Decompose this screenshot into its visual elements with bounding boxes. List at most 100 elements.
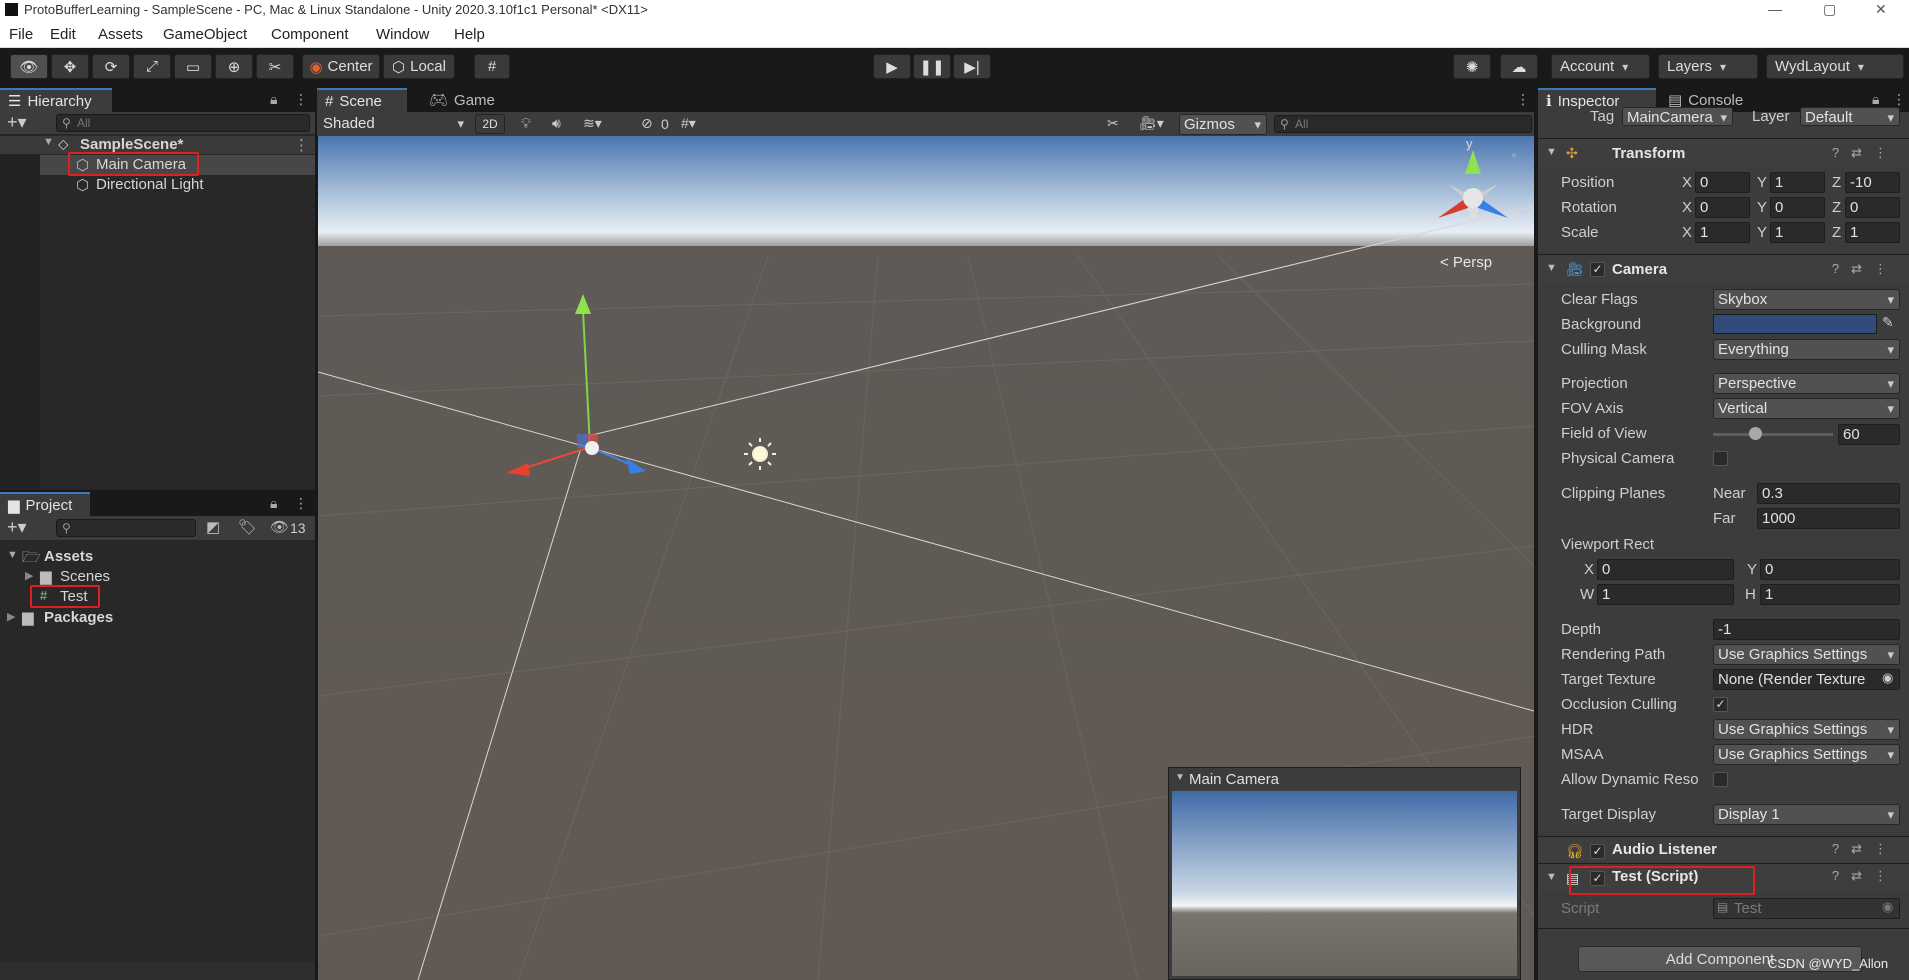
audio-listener-component-header[interactable]: 🎧︎ ✓ Audio Listener ?⇄⋮ [1538, 836, 1909, 862]
collapse-arrow-icon[interactable]: ▼ [1546, 262, 1557, 274]
cloud-icon[interactable]: ☁ [1500, 54, 1538, 79]
viewport-w-field[interactable]: 1 [1597, 584, 1734, 605]
close-button[interactable]: ✕ [1875, 1, 1887, 18]
clear-flags-dropdown[interactable]: Skybox [1713, 289, 1900, 310]
rotate-tool-icon[interactable]: ⟳ [92, 54, 130, 79]
menu-edit[interactable]: Edit [50, 26, 76, 43]
component-actions-icon[interactable]: ?⇄⋮ [1832, 841, 1899, 857]
project-root-assets[interactable]: Assets [44, 548, 93, 565]
position-z-field[interactable]: -10 [1845, 172, 1900, 193]
field-of-view-field[interactable]: 60 [1838, 424, 1900, 445]
lock-icon[interactable]: 🔒︎ [270, 495, 277, 512]
scale-y-field[interactable]: 1 [1770, 222, 1825, 243]
expand-arrow-icon[interactable]: ▼ [7, 549, 18, 561]
pause-button[interactable]: ❚❚ [913, 54, 951, 79]
menu-help[interactable]: Help [454, 26, 485, 43]
component-actions-icon[interactable]: ?⇄⋮ [1832, 145, 1899, 161]
hierarchy-search-input[interactable]: All [56, 114, 310, 132]
tools-icon[interactable]: ✂ [1107, 115, 1119, 132]
component-actions-icon[interactable]: ?⇄⋮ [1832, 261, 1899, 277]
scale-z-field[interactable]: 1 [1845, 222, 1900, 243]
move-tool-icon[interactable]: ✥ [51, 54, 89, 79]
hdr-dropdown[interactable]: Use Graphics Settings [1713, 719, 1900, 740]
rotation-y-field[interactable]: 0 [1770, 197, 1825, 218]
filter-label-icon[interactable]: 🏷︎ [238, 518, 257, 536]
position-y-field[interactable]: 1 [1770, 172, 1825, 193]
pivot-mode-button[interactable]: ◉ Center [302, 54, 380, 79]
play-button[interactable]: ▶ [873, 54, 911, 79]
near-clip-field[interactable]: 0.3 [1757, 483, 1900, 504]
target-texture-field[interactable]: None (Render Texture [1713, 669, 1900, 690]
gizmo-lock-icon[interactable]: ▫ [1512, 148, 1516, 162]
msaa-dropdown[interactable]: Use Graphics Settings [1713, 744, 1900, 765]
menu-gameobject[interactable]: GameObject [163, 26, 247, 43]
layer-dropdown[interactable]: Default [1800, 107, 1900, 126]
account-dropdown[interactable]: Account [1551, 54, 1650, 79]
maximize-button[interactable]: ▢ [1823, 1, 1836, 18]
camera-enabled-checkbox[interactable]: ✓ [1590, 262, 1605, 277]
project-root-packages[interactable]: Packages [44, 609, 113, 626]
camera-component-header[interactable]: ▼ 🎥︎ ✓ Camera ?⇄⋮ [1538, 254, 1909, 284]
collapse-arrow-icon[interactable]: ▼ [1546, 871, 1557, 883]
fov-slider-track[interactable] [1713, 433, 1833, 436]
far-clip-field[interactable]: 1000 [1757, 508, 1900, 529]
project-search-input[interactable] [56, 519, 196, 537]
projection-dropdown[interactable]: Perspective [1713, 373, 1900, 394]
effects-toggle-icon[interactable]: ≋▾ [583, 115, 602, 132]
view-tool-icon[interactable]: 👁 [10, 54, 48, 79]
create-icon[interactable]: +▾ [7, 517, 27, 538]
collapse-arrow-icon[interactable]: ▼ [1546, 146, 1557, 158]
rendering-path-dropdown[interactable]: Use Graphics Settings [1713, 644, 1900, 665]
tab-hierarchy[interactable]: ☰ Hierarchy [0, 88, 112, 112]
menu-window[interactable]: Window [376, 26, 429, 43]
filter-type-icon[interactable]: ◩ [206, 518, 220, 536]
gizmos-dropdown[interactable]: Gizmos [1179, 114, 1267, 135]
viewport-y-field[interactable]: 0 [1760, 559, 1900, 580]
lock-icon[interactable]: 🔒︎ [270, 91, 277, 108]
shading-mode-dropdown[interactable]: Shaded [319, 114, 469, 135]
menu-component[interactable]: Component [271, 26, 349, 43]
viewport-x-field[interactable]: 0 [1597, 559, 1734, 580]
custom-tool-icon[interactable]: ✂ [256, 54, 294, 79]
lock-icon[interactable]: 🔒︎ [1872, 91, 1879, 108]
audio-listener-enabled-checkbox[interactable]: ✓ [1590, 844, 1605, 859]
tab-project[interactable]: ▆ Project [0, 492, 90, 516]
tab-game[interactable]: 🎮︎ Game [421, 88, 501, 112]
allow-dynamic-resolution-checkbox[interactable] [1713, 772, 1728, 787]
rotation-z-field[interactable]: 0 [1845, 197, 1900, 218]
grid-snap-icon[interactable]: # [474, 54, 510, 79]
viewport-h-field[interactable]: 1 [1760, 584, 1900, 605]
rect-tool-icon[interactable]: ▭ [174, 54, 212, 79]
step-button[interactable]: ▶| [953, 54, 991, 79]
hidden-objects-icon[interactable]: ⊘ [641, 115, 653, 132]
expand-arrow-icon[interactable]: ▶ [7, 610, 15, 623]
eyedropper-icon[interactable]: ✎ [1882, 314, 1894, 331]
pivot-rotation-button[interactable]: ⬡ Local [383, 54, 455, 79]
project-item-scenes[interactable]: Scenes [60, 568, 110, 585]
scene-search-input[interactable]: All [1274, 115, 1532, 133]
projection-toggle-label[interactable]: < Persp [1440, 254, 1492, 271]
depth-field[interactable]: -1 [1713, 619, 1900, 640]
expand-arrow-icon[interactable]: ▼ [43, 136, 54, 148]
scale-tool-icon[interactable]: ⤢ [133, 54, 171, 79]
tab-scene[interactable]: # Scene [317, 88, 407, 112]
more-icon[interactable]: ⋮ [294, 91, 308, 108]
add-icon[interactable]: +▾ [7, 112, 27, 133]
background-color-swatch[interactable] [1713, 314, 1877, 334]
lighting-toggle-icon[interactable]: 💡︎ [521, 115, 531, 132]
target-display-dropdown[interactable]: Display 1 [1713, 804, 1900, 825]
menu-file[interactable]: File [9, 26, 33, 43]
position-x-field[interactable]: 0 [1695, 172, 1750, 193]
collab-icon[interactable]: ✺ [1453, 54, 1491, 79]
scene-viewport[interactable]: y x z < Persp ▫ ▼ Main Camera [318, 136, 1534, 980]
expand-arrow-icon[interactable]: ▶ [25, 569, 33, 582]
more-icon[interactable]: ⋮ [1516, 91, 1530, 108]
2d-toggle-button[interactable]: 2D [475, 114, 505, 134]
layers-dropdown[interactable]: Layers [1658, 54, 1758, 79]
collapse-arrow-icon[interactable]: ▼ [1175, 772, 1185, 783]
physical-camera-checkbox[interactable] [1713, 451, 1728, 466]
grid-toggle-icon[interactable]: #▾ [681, 115, 696, 132]
rotation-x-field[interactable]: 0 [1695, 197, 1750, 218]
culling-mask-dropdown[interactable]: Everything [1713, 339, 1900, 360]
tag-dropdown[interactable]: MainCamera [1622, 107, 1733, 126]
